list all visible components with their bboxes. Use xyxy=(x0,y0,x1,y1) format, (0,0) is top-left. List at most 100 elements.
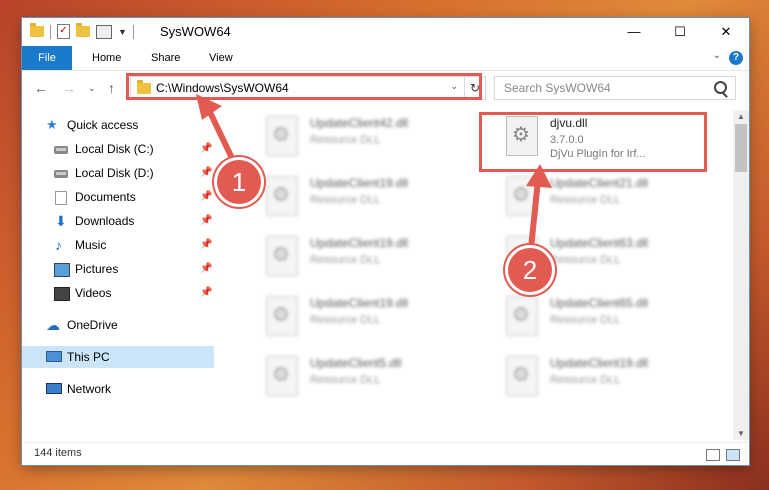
videos-icon xyxy=(54,287,70,301)
sidebar-item-downloads[interactable]: ⬇ Downloads 📌 xyxy=(22,210,214,232)
address-bar[interactable]: C:\Windows\SysWOW64 ⌄ xyxy=(130,76,465,100)
sidebar-item-videos[interactable]: Videos 📌 xyxy=(22,282,214,304)
search-input[interactable]: Search SysWOW64 xyxy=(504,81,611,95)
file-item[interactable]: UpdateClient19.dll Resource DLL xyxy=(266,170,486,222)
pictures-icon xyxy=(54,263,70,277)
sidebar-item-onedrive[interactable]: ☁ OneDrive xyxy=(22,314,214,336)
sidebar-item-label: OneDrive xyxy=(67,318,118,332)
file-item[interactable]: UpdateClient19.dll Resource DLL xyxy=(266,290,486,342)
recent-locations-icon[interactable]: ⌄ xyxy=(88,83,96,94)
new-folder-icon[interactable] xyxy=(76,23,90,37)
maximize-button[interactable]: ☐ xyxy=(657,18,703,46)
window-title: SysWOW64 xyxy=(160,24,231,39)
sidebar-item-network[interactable]: Network xyxy=(22,378,214,400)
search-box[interactable]: Search SysWOW64 xyxy=(494,76,736,100)
sidebar-item-local-disk-c[interactable]: Local Disk (C:) 📌 xyxy=(22,138,214,160)
ribbon-tabs: File Home Share View ⌄ ? xyxy=(22,46,749,71)
scroll-up-icon[interactable]: ▲ xyxy=(737,112,745,121)
scroll-down-icon[interactable]: ▼ xyxy=(737,429,745,438)
tab-home[interactable]: Home xyxy=(92,46,121,70)
toolbar-divider xyxy=(132,24,134,39)
scroll-thumb[interactable] xyxy=(735,124,747,172)
file-list: UpdateClient42.dll Resource DLL UpdateCl… xyxy=(236,110,730,438)
dll-file-icon xyxy=(506,296,538,336)
close-button[interactable]: ✕ xyxy=(703,18,749,46)
sidebar-item-documents[interactable]: Documents 📌 xyxy=(22,186,214,208)
refresh-icon[interactable]: ↻ xyxy=(464,76,486,100)
minimize-icon: — xyxy=(627,24,641,39)
pin-icon[interactable]: 📌 xyxy=(200,138,212,160)
toolbar-divider xyxy=(50,24,51,39)
maximize-icon: ☐ xyxy=(674,24,686,39)
help-icon[interactable]: ? xyxy=(729,51,743,65)
search-icon xyxy=(714,81,727,94)
dll-file-icon xyxy=(266,116,298,156)
sidebar-item-label: This PC xyxy=(67,350,110,364)
tab-share[interactable]: Share xyxy=(151,46,180,70)
cloud-icon: ☁ xyxy=(46,317,60,333)
file-type: Resource DLL xyxy=(310,374,381,386)
callout-1: 1 xyxy=(217,160,261,204)
dll-file-icon xyxy=(266,356,298,396)
file-name: UpdateClient19.dll xyxy=(310,296,409,310)
up-arrow-icon[interactable]: ↑ xyxy=(108,80,115,96)
dll-file-icon xyxy=(266,296,298,336)
customize-icon[interactable] xyxy=(96,24,112,39)
sidebar-item-quick-access[interactable]: ★ Quick access xyxy=(22,114,214,136)
sidebar-item-local-disk-d[interactable]: Local Disk (D:) 📌 xyxy=(22,162,214,184)
file-name: UpdateClient65.dll xyxy=(550,296,649,310)
properties-check-icon[interactable]: ✓ xyxy=(57,24,70,39)
dll-file-icon xyxy=(266,236,298,276)
star-icon: ★ xyxy=(46,117,58,132)
file-item[interactable]: UpdateClient42.dll Resource DLL xyxy=(266,110,486,162)
toolbar-dropdown-icon[interactable]: ▼ xyxy=(118,27,127,37)
explorer-window: ✓ ▼ SysWOW64 — ☐ ✕ File Home Share View … xyxy=(22,18,749,465)
pin-icon[interactable]: 📌 xyxy=(200,162,212,184)
navigation-pane: ★ Quick access Local Disk (C:) 📌 Local D… xyxy=(22,110,214,438)
pin-icon[interactable]: 📌 xyxy=(200,210,212,232)
window-controls: — ☐ ✕ xyxy=(611,18,749,46)
file-type: Resource DLL xyxy=(550,194,621,206)
file-name: UpdateClient63.dll xyxy=(550,236,649,250)
file-item[interactable]: UpdateClient19.dll Resource DLL xyxy=(266,230,486,282)
expand-ribbon-icon[interactable]: ⌄ xyxy=(713,50,721,61)
file-item[interactable]: UpdateClient5.dll Resource DLL xyxy=(266,350,486,402)
minimize-button[interactable]: — xyxy=(611,18,657,46)
sidebar-item-pictures[interactable]: Pictures 📌 xyxy=(22,258,214,280)
file-item[interactable]: UpdateClient65.dll Resource DLL xyxy=(506,290,726,342)
navigation-bar: ← → ⌄ ↑ C:\Windows\SysWOW64 ⌄ ↻ Search S… xyxy=(22,71,749,105)
details-view-icon[interactable] xyxy=(706,449,720,461)
sidebar-item-label: Videos xyxy=(75,286,112,300)
downloads-icon: ⬇ xyxy=(55,213,67,229)
vertical-scrollbar[interactable]: ▲ ▼ xyxy=(733,110,749,440)
tab-view[interactable]: View xyxy=(209,46,233,70)
forward-arrow-icon[interactable]: → xyxy=(62,80,76,96)
file-type: Resource DLL xyxy=(310,314,381,326)
address-path: C:\Windows\SysWOW64 xyxy=(156,81,289,95)
tab-file[interactable]: File xyxy=(22,46,72,70)
quick-access-toolbar: ✓ ▼ xyxy=(30,23,134,39)
pin-icon[interactable]: 📌 xyxy=(200,282,212,304)
file-name: UpdateClient5.dll xyxy=(310,356,402,370)
pin-icon[interactable]: 📌 xyxy=(200,186,212,208)
title-bar[interactable]: ✓ ▼ SysWOW64 — ☐ ✕ xyxy=(22,18,749,46)
sidebar-item-label: Music xyxy=(75,238,107,252)
dll-file-icon xyxy=(506,356,538,396)
sidebar-item-this-pc[interactable]: This PC xyxy=(22,346,214,368)
large-icons-view-icon[interactable] xyxy=(726,449,740,461)
chevron-down-icon[interactable]: ⌄ xyxy=(450,81,458,92)
file-name: UpdateClient19.dll xyxy=(550,356,649,370)
file-item[interactable]: UpdateClient19.dll Resource DLL xyxy=(506,350,726,402)
pin-icon[interactable]: 📌 xyxy=(200,258,212,280)
back-arrow-icon[interactable]: ← xyxy=(34,80,48,96)
pin-icon[interactable]: 📌 xyxy=(200,234,212,256)
pc-icon xyxy=(46,351,62,362)
file-name: djvu.dll xyxy=(550,116,588,130)
file-type: Resource DLL xyxy=(310,194,381,206)
file-name: UpdateClient19.dll xyxy=(310,236,409,250)
file-item-djvu[interactable]: djvu.dll 3.7.0.0 DjVu PlugIn for Irf... xyxy=(506,110,726,162)
file-item[interactable]: UpdateClient21.dll Resource DLL xyxy=(506,170,726,222)
sidebar-item-label: Quick access xyxy=(67,118,139,132)
item-count: 144 items xyxy=(34,447,82,459)
sidebar-item-music[interactable]: ♪ Music 📌 xyxy=(22,234,214,256)
